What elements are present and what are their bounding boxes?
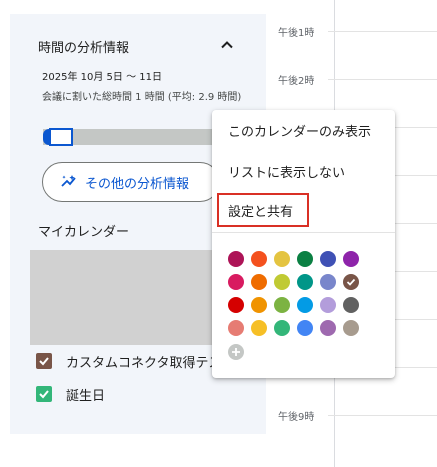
color-swatch[interactable] [297, 297, 313, 313]
color-swatch[interactable] [274, 274, 290, 290]
color-swatch[interactable] [343, 274, 359, 290]
color-swatch[interactable] [274, 251, 290, 267]
calendar-options-menu: このカレンダーのみ表示 リストに表示しない 設定と共有 [212, 110, 395, 378]
meeting-summary: 会議に割いた総時間 1 時間 (平均: 2.9 時間) [42, 92, 242, 103]
color-swatch[interactable] [274, 320, 290, 336]
calendar-item-label: カスタムコネクタ取得テスト [66, 355, 216, 371]
more-insights-label: その他の分析情報 [85, 176, 190, 192]
time-label-9pm: 午後9時 [278, 412, 315, 423]
color-swatch[interactable] [251, 297, 267, 313]
grid-hour-line [328, 415, 437, 416]
color-swatch[interactable] [251, 320, 267, 336]
calendar-item-custom-connector[interactable]: カスタムコネクタ取得テスト [36, 351, 216, 371]
color-swatch[interactable] [343, 320, 359, 336]
color-swatch[interactable] [251, 274, 267, 290]
more-insights-button[interactable]: その他の分析情報 [42, 162, 220, 202]
calendar-item-birthdays[interactable]: 誕生日 [36, 384, 216, 404]
calendar-item-label: 誕生日 [66, 388, 106, 404]
my-calendars-heading: マイカレンダー [38, 225, 130, 240]
color-swatch[interactable] [251, 251, 267, 267]
grid-hour-line [328, 31, 437, 32]
date-range: 2025年 10月 5日 ～ 11日 [42, 72, 162, 83]
color-swatch[interactable] [320, 251, 336, 267]
checkbox-checked-icon[interactable] [36, 386, 52, 402]
color-swatch[interactable] [228, 320, 244, 336]
color-swatch[interactable] [297, 274, 313, 290]
add-custom-color-button[interactable] [228, 344, 244, 360]
color-swatch[interactable] [343, 251, 359, 267]
color-swatch[interactable] [228, 274, 244, 290]
menu-item-hide-from-list[interactable]: リストに表示しない [212, 153, 395, 189]
chevron-up-icon[interactable] [218, 36, 236, 54]
meeting-time-bar-marker [49, 128, 73, 146]
analysis-title: 時間の分析情報 [38, 41, 130, 56]
insights-sparkle-icon [61, 174, 77, 190]
menu-item-settings-and-sharing[interactable]: 設定と共有 [212, 192, 395, 228]
time-label-1pm: 午後1時 [278, 28, 315, 39]
color-swatch[interactable] [320, 320, 336, 336]
color-swatch[interactable] [228, 251, 244, 267]
color-swatch[interactable] [297, 251, 313, 267]
grid-hour-line [328, 79, 437, 80]
time-label-2pm: 午後2時 [278, 76, 315, 87]
color-swatch[interactable] [320, 297, 336, 313]
menu-divider [212, 232, 395, 233]
color-swatch[interactable] [228, 297, 244, 313]
menu-item-show-only-this[interactable]: このカレンダーのみ表示 [212, 112, 395, 148]
color-swatch[interactable] [274, 297, 290, 313]
color-swatch[interactable] [320, 274, 336, 290]
color-swatch[interactable] [297, 320, 313, 336]
checkbox-checked-icon[interactable] [36, 353, 52, 369]
color-swatch[interactable] [343, 297, 359, 313]
